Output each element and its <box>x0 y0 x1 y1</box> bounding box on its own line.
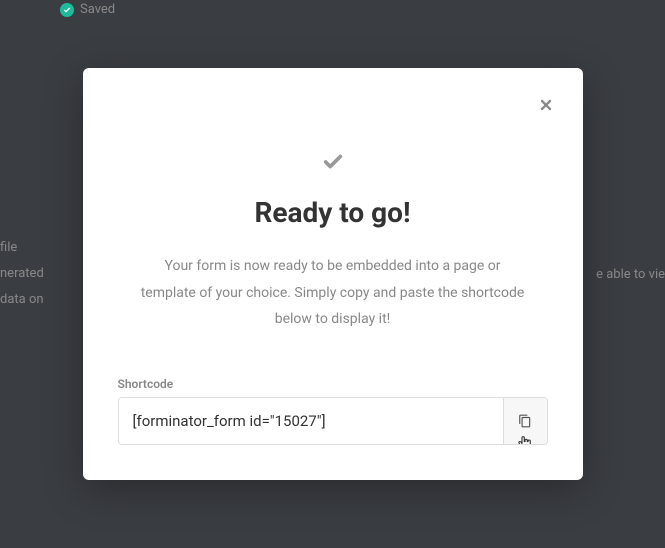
shortcode-input[interactable] <box>119 398 503 444</box>
shortcode-field <box>118 397 548 445</box>
ready-modal: Ready to go! Your form is now ready to b… <box>83 68 583 480</box>
close-button[interactable] <box>531 90 561 120</box>
modal-description: Your form is now ready to be embedded in… <box>118 253 548 333</box>
shortcode-label: Shortcode <box>118 377 548 391</box>
cursor-pointer-icon <box>516 432 534 445</box>
modal-title: Ready to go! <box>118 196 548 229</box>
close-icon <box>538 97 554 113</box>
checkmark-icon <box>319 148 347 176</box>
modal-overlay: Ready to go! Your form is now ready to b… <box>0 0 665 548</box>
copy-icon <box>518 413 532 429</box>
copy-button[interactable] <box>503 398 547 444</box>
